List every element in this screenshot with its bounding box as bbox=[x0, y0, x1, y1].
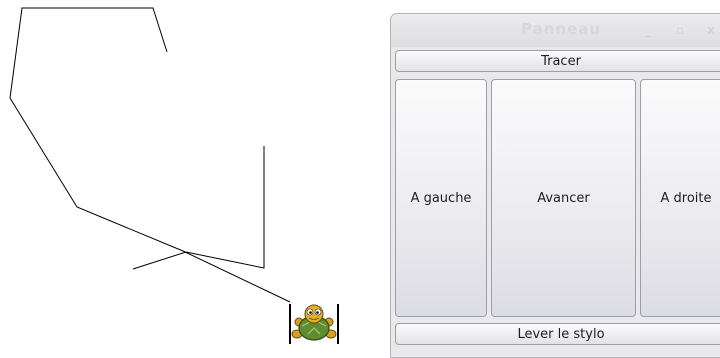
turn-right-button[interactable]: A droite bbox=[640, 79, 720, 317]
pen-up-button[interactable]: Lever le stylo bbox=[395, 323, 720, 345]
window-title: Panneau bbox=[521, 20, 602, 38]
draw-button[interactable]: Tracer bbox=[395, 50, 720, 72]
minimize-icon[interactable]: _ bbox=[645, 23, 651, 37]
turtle-path bbox=[9, 7, 339, 344]
drawn-line bbox=[9, 7, 291, 303]
close-icon[interactable]: x bbox=[707, 23, 715, 37]
drawing-canvas bbox=[0, 0, 380, 354]
forward-button[interactable]: Avancer bbox=[491, 79, 636, 317]
maximize-icon[interactable]: ▫ bbox=[676, 23, 684, 37]
panel-window: Panneau _ ▫ x Tracer A gauche Avancer A … bbox=[390, 13, 720, 358]
turtle-icon bbox=[289, 304, 339, 344]
title-bar[interactable]: Panneau _ ▫ x bbox=[391, 14, 720, 47]
turn-left-button[interactable]: A gauche bbox=[395, 79, 487, 317]
drawn-line bbox=[132, 146, 265, 270]
